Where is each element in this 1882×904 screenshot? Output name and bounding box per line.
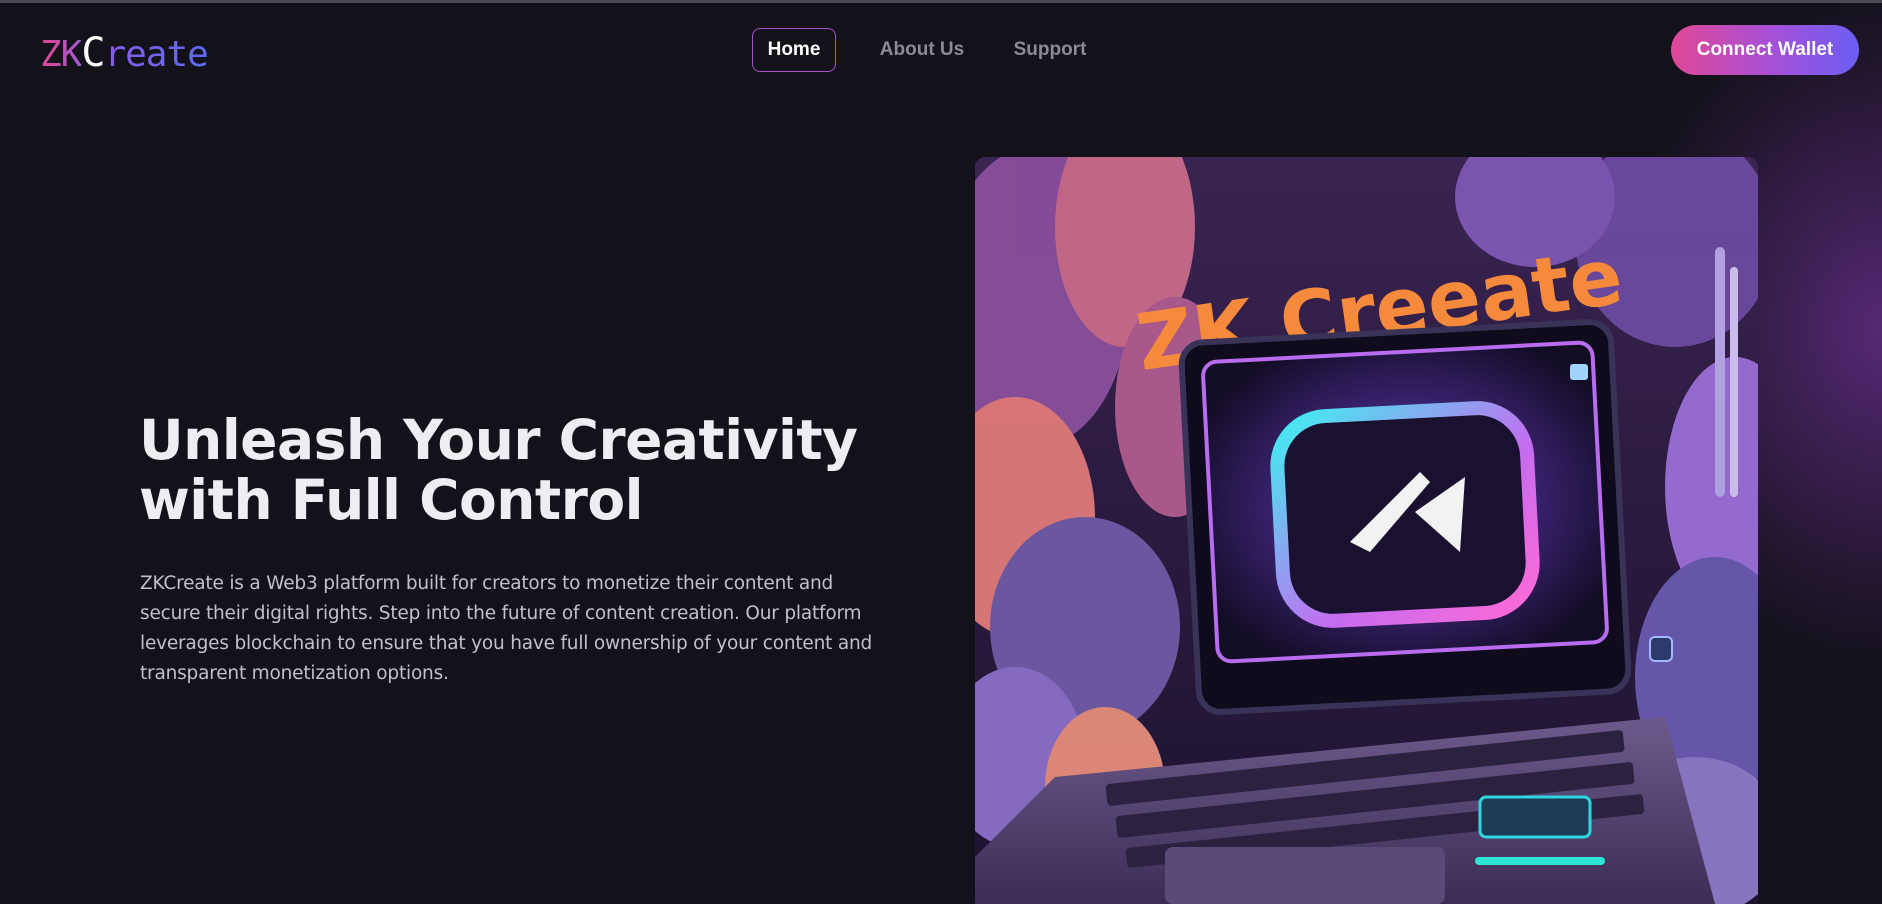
logo-rest: reate [104, 34, 208, 75]
nav-support[interactable]: Support [1012, 28, 1088, 72]
nav-about-us[interactable]: About Us [870, 28, 974, 72]
hero-illustration: ZK Creeate [975, 157, 1758, 904]
hero-title-line-1: Unleash Your Creativity [139, 408, 858, 472]
logo-c: C [81, 30, 105, 76]
window-top-border [0, 0, 1882, 3]
connect-wallet-button[interactable]: Connect Wallet [1671, 25, 1859, 75]
hero-title: Unleash Your Creativity with Full Contro… [139, 410, 899, 530]
hero-description: ZKCreate is a Web3 platform built for cr… [140, 573, 873, 684]
logo[interactable]: ZK Create [40, 30, 209, 76]
page: ZK Create Home About Us Support Connect W… [0, 0, 1882, 904]
nav-home[interactable]: Home [752, 28, 836, 72]
main-nav: Home About Us Support [752, 28, 1088, 72]
logo-zk: ZK [40, 34, 82, 75]
hero-title-line-2: with Full Control [139, 468, 643, 532]
